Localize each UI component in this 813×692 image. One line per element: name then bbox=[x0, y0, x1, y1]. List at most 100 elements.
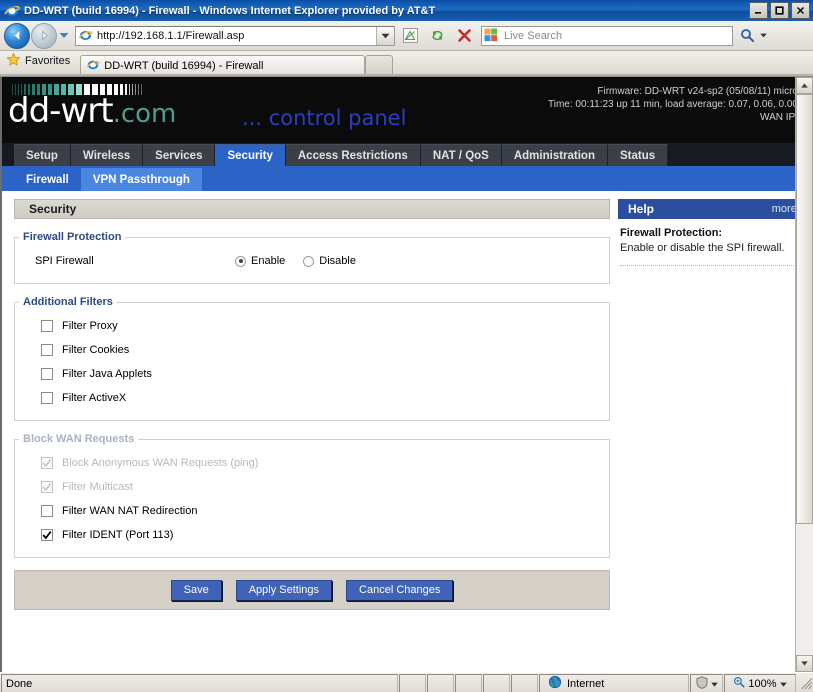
resize-grip[interactable] bbox=[797, 677, 813, 690]
subtab-vpn-passthrough[interactable]: VPN Passthrough bbox=[80, 168, 202, 191]
filter-proxy-checkbox[interactable] bbox=[41, 320, 53, 332]
shield-icon bbox=[696, 675, 708, 692]
scrollbar-track[interactable] bbox=[796, 94, 813, 655]
help-more-link[interactable]: more... bbox=[772, 203, 796, 215]
security-zone-indicator[interactable]: Internet bbox=[539, 674, 689, 692]
page-vertical-scrollbar[interactable] bbox=[795, 77, 813, 672]
tab-title: DD-WRT (build 16994) - Firewall bbox=[104, 60, 264, 72]
help-header: Help more... bbox=[618, 199, 796, 219]
nav-tab-security[interactable]: Security bbox=[215, 144, 286, 166]
filter-cookies-checkbox[interactable] bbox=[41, 344, 53, 356]
refresh-icon[interactable] bbox=[425, 24, 449, 48]
search-options-dropdown-icon[interactable] bbox=[758, 26, 768, 46]
back-button[interactable] bbox=[4, 22, 30, 49]
status-slot-4 bbox=[483, 674, 510, 692]
spi-enable-option[interactable]: Enable bbox=[235, 255, 285, 267]
zoom-dropdown-icon[interactable] bbox=[779, 678, 787, 690]
firewall-protection-legend: Firewall Protection bbox=[23, 231, 122, 243]
scrollbar-thumb[interactable] bbox=[796, 94, 813, 524]
globe-icon bbox=[548, 675, 562, 692]
zoom-level-label: 100% bbox=[748, 677, 777, 690]
spi-disable-radio[interactable] bbox=[303, 255, 315, 267]
stop-icon[interactable] bbox=[452, 24, 476, 48]
spi-disable-option[interactable]: Disable bbox=[303, 255, 356, 267]
zoom-control[interactable]: 100% bbox=[724, 674, 796, 692]
status-text: Done bbox=[1, 674, 398, 692]
minimize-button[interactable] bbox=[749, 2, 768, 19]
filter-proxy-label: Filter Proxy bbox=[62, 320, 118, 332]
nav-tab-services[interactable]: Services bbox=[143, 144, 216, 166]
compatibility-view-icon[interactable] bbox=[398, 24, 422, 48]
help-title: Help bbox=[628, 202, 655, 216]
favorites-button[interactable]: Favorites bbox=[6, 48, 70, 76]
tab-favicon bbox=[86, 58, 100, 75]
status-slot-2 bbox=[427, 674, 454, 692]
nav-tab-administration[interactable]: Administration bbox=[501, 144, 608, 166]
subtab-firewall[interactable]: Firewall bbox=[14, 168, 81, 191]
nav-tab-status[interactable]: Status bbox=[607, 144, 669, 166]
time-line: Time: 00:11:23 up 11 min, load average: … bbox=[548, 99, 796, 110]
filter-java-applets-row[interactable]: Filter Java Applets bbox=[15, 362, 609, 386]
star-icon bbox=[6, 52, 21, 70]
filter-activex-row[interactable]: Filter ActiveX bbox=[15, 386, 609, 410]
block-anonymous-wan-requests-checkbox bbox=[41, 457, 53, 469]
settings-column: Security Firewall Protection SPI Firewal… bbox=[14, 199, 610, 672]
ddwrt-logo: dd-wrt.com bbox=[8, 94, 176, 128]
status-slot-1 bbox=[399, 674, 426, 692]
new-tab-button[interactable] bbox=[365, 55, 394, 76]
filter-wan-nat-redirection-checkbox[interactable] bbox=[41, 505, 53, 517]
help-term: Firewall Protection: bbox=[620, 227, 723, 239]
scroll-down-button[interactable] bbox=[796, 655, 813, 672]
control-panel-subtitle: ... control panel bbox=[242, 106, 407, 130]
spi-firewall-row: SPI Firewall Enable Disable bbox=[15, 249, 609, 273]
scroll-up-button[interactable] bbox=[796, 77, 813, 94]
forward-button[interactable] bbox=[31, 22, 57, 49]
protected-mode-indicator[interactable] bbox=[690, 674, 723, 692]
firewall-protection-group: Firewall Protection SPI Firewall Enable bbox=[14, 231, 610, 284]
help-divider bbox=[620, 265, 796, 266]
filter-cookies-row[interactable]: Filter Cookies bbox=[15, 338, 609, 362]
page-favicon bbox=[78, 28, 94, 44]
spi-enable-radio[interactable] bbox=[235, 255, 246, 267]
save-button[interactable]: Save bbox=[170, 579, 222, 601]
nav-tab-wireless[interactable]: Wireless bbox=[70, 144, 144, 166]
help-panel: Help more... Firewall Protection: Enable… bbox=[618, 199, 796, 672]
spi-enable-label: Enable bbox=[251, 255, 286, 267]
apply-settings-button[interactable]: Apply Settings bbox=[235, 579, 333, 601]
filter-cookies-label: Filter Cookies bbox=[62, 344, 130, 356]
nav-tab-nat-qos[interactable]: NAT / QoS bbox=[420, 144, 502, 166]
security-zone-label: Internet bbox=[567, 677, 605, 690]
cancel-changes-button[interactable]: Cancel Changes bbox=[346, 579, 454, 601]
filter-proxy-row[interactable]: Filter Proxy bbox=[15, 314, 609, 338]
recent-pages-dropdown-icon[interactable] bbox=[57, 24, 71, 48]
filter-ident-checkbox[interactable] bbox=[41, 529, 53, 541]
maximize-button[interactable] bbox=[770, 2, 789, 19]
internet-explorer-icon bbox=[4, 3, 20, 19]
wan-ip-line: WAN IP: bbox=[760, 112, 796, 123]
address-bar-dropdown-icon[interactable] bbox=[376, 26, 394, 45]
status-slot-5 bbox=[511, 674, 538, 692]
filter-ident-row[interactable]: Filter IDENT (Port 113) bbox=[15, 523, 609, 547]
search-placeholder: Live Search bbox=[504, 29, 563, 42]
tab-strip: DD-WRT (build 16994) - Firewall bbox=[80, 51, 394, 76]
block-wan-requests-legend: Block WAN Requests bbox=[23, 433, 135, 445]
window-titlebar: DD-WRT (build 16994) - Firewall - Window… bbox=[0, 0, 813, 21]
filter-activex-checkbox[interactable] bbox=[41, 392, 53, 404]
nav-tab-access-restrictions[interactable]: Access Restrictions bbox=[285, 144, 421, 166]
nav-tab-setup[interactable]: Setup bbox=[14, 144, 71, 166]
banner-system-info: Firmware: DD-WRT v24-sp2 (05/08/11) micr… bbox=[548, 85, 796, 124]
filter-multicast-checkbox bbox=[41, 481, 53, 493]
search-go-icon[interactable] bbox=[736, 26, 758, 46]
close-button[interactable] bbox=[791, 2, 810, 19]
search-input[interactable]: Live Search bbox=[481, 25, 733, 46]
additional-filters-legend: Additional Filters bbox=[23, 296, 113, 308]
window-controls bbox=[749, 2, 811, 19]
protected-mode-dropdown-icon[interactable] bbox=[710, 678, 718, 690]
zoom-magnifier-icon bbox=[733, 676, 745, 691]
browser-tab[interactable]: DD-WRT (build 16994) - Firewall bbox=[80, 55, 366, 76]
filter-java-applets-checkbox[interactable] bbox=[41, 368, 53, 380]
filter-wan-nat-redirection-row[interactable]: Filter WAN NAT Redirection bbox=[15, 499, 609, 523]
page-content: Security Firewall Protection SPI Firewal… bbox=[2, 191, 796, 672]
page-viewport: dd-wrt.com ... control panel Firmware: D… bbox=[0, 76, 813, 672]
address-bar[interactable]: http://192.168.1.1/Firewall.asp bbox=[75, 25, 395, 46]
